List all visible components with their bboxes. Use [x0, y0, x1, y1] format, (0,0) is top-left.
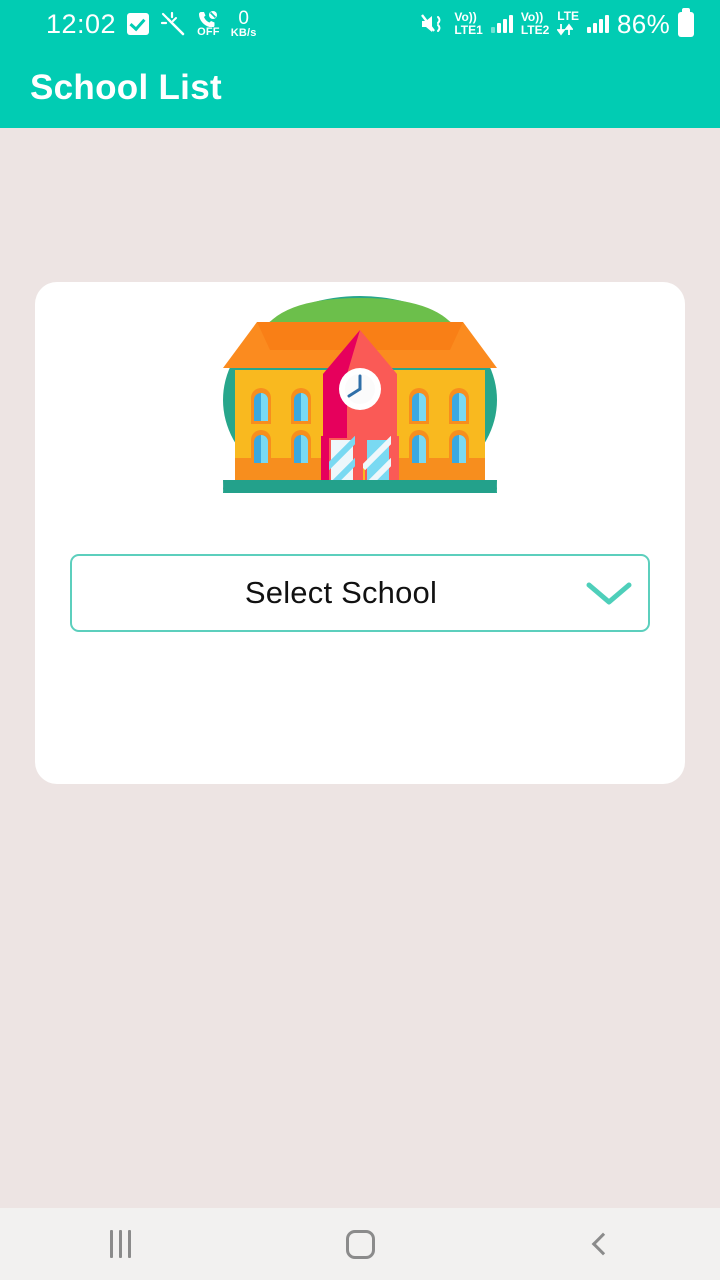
status-bar-left: 12:02 OFF 0 KB/s: [0, 9, 257, 39]
school-building-illustration: [35, 288, 685, 528]
network-speed-unit: KB/s: [230, 27, 257, 39]
status-bar-right: Vo)) LTE1 Vo)) LTE2 LTE 86%: [420, 7, 720, 40]
mobile-data-label: LTE: [557, 8, 580, 23]
back-button[interactable]: [480, 1208, 720, 1280]
home-button[interactable]: [240, 1208, 480, 1280]
system-navigation-bar: [0, 1208, 720, 1280]
battery-percent-label: 86%: [617, 8, 670, 39]
sim1-signal-bars-icon: [490, 15, 513, 33]
sim2-volte-indicator: Vo)) LTE2: [521, 11, 549, 36]
select-school-dropdown[interactable]: Select School: [70, 554, 650, 632]
network-speed-value: 0: [238, 8, 249, 29]
recents-button[interactable]: [0, 1208, 240, 1280]
call-off-icon: OFF: [197, 10, 220, 38]
sim2-signal-bars-icon: [587, 15, 610, 33]
sim1-network-label: LTE1: [454, 23, 483, 37]
mobile-data-indicator: LTE: [556, 8, 580, 39]
data-transfer-arrows-icon: [556, 23, 575, 39]
magic-wand-icon: [160, 11, 186, 37]
select-school-label: Select School: [244, 575, 438, 610]
app-bar: School List: [0, 48, 720, 128]
back-icon: [591, 1232, 615, 1256]
call-off-label: OFF: [197, 25, 220, 38]
school-selection-card: Select School: [35, 282, 685, 784]
checkbox-icon: [127, 13, 150, 35]
chevron-down-icon[interactable]: [570, 578, 648, 608]
network-speed-icon: 0 KB/s: [231, 9, 257, 39]
recents-icon: [109, 1230, 131, 1258]
status-bar: 12:02 OFF 0 KB/s Vo)) LTE1 Vo)) LTE2 LTE…: [0, 0, 720, 48]
sim2-network-label: LTE2: [520, 23, 550, 37]
status-bar-clock: 12:02: [46, 8, 117, 39]
page-title: School List: [30, 68, 222, 107]
battery-full-icon: [678, 7, 694, 37]
mute-vibrate-icon: [420, 13, 446, 35]
sim1-volte-indicator: Vo)) LTE1: [454, 11, 482, 36]
home-icon: [345, 1229, 375, 1259]
app-root: 12:02 OFF 0 KB/s Vo)) LTE1 Vo)) LTE2 LTE…: [0, 0, 720, 1280]
